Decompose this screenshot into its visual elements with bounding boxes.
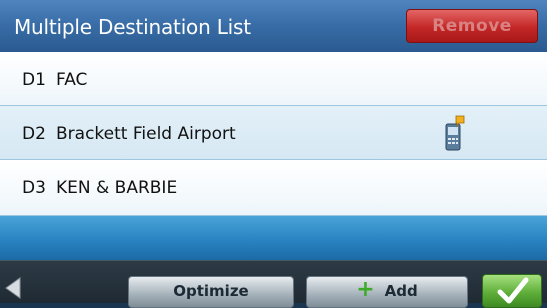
destination-index: D2 <box>22 124 46 144</box>
destination-index: D1 <box>22 70 46 90</box>
destination-name: FAC <box>56 70 88 90</box>
destination-index: D3 <box>22 178 46 198</box>
destination-row-d3[interactable]: D3 KEN & BARBIE <box>0 160 547 216</box>
confirm-button[interactable] <box>482 274 542 308</box>
optimize-button[interactable]: Optimize <box>128 276 294 308</box>
header-bar: Multiple Destination List Remove <box>0 0 547 53</box>
back-arrow-icon <box>0 277 40 306</box>
plus-icon: + <box>356 277 375 302</box>
add-button[interactable]: + Add <box>306 276 468 308</box>
back-button[interactable] <box>0 266 40 302</box>
add-label: Add <box>384 282 418 300</box>
list-footer-band <box>0 216 547 260</box>
phone-icon <box>440 114 468 152</box>
destination-name: Brackett Field Airport <box>56 124 236 144</box>
destination-name: KEN & BARBIE <box>56 178 178 198</box>
destination-row-d1[interactable]: D1 FAC <box>0 52 547 106</box>
page-title: Multiple Destination List <box>14 15 251 39</box>
remove-button[interactable]: Remove <box>406 9 538 43</box>
destination-row-d2[interactable]: D2 Brackett Field Airport <box>0 106 547 160</box>
